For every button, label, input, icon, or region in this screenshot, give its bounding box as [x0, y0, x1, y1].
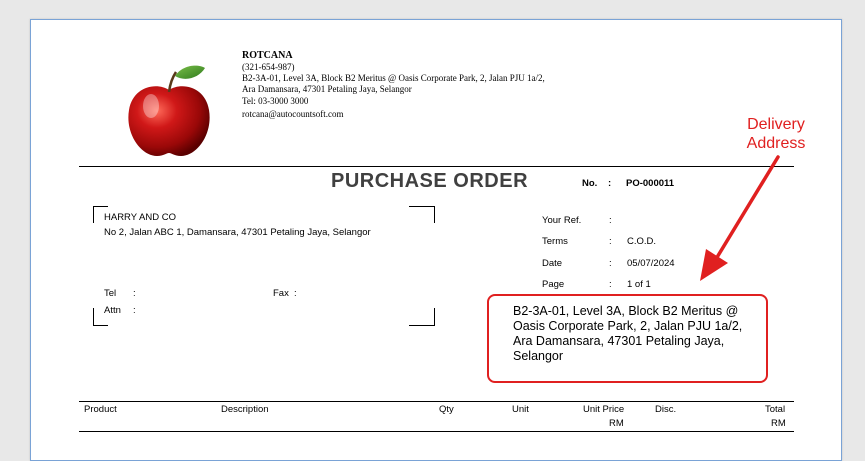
- po-number-colon: :: [608, 178, 612, 189]
- info-page-label: Page: [542, 279, 565, 290]
- supplier-tel-colon: :: [133, 288, 136, 299]
- col-qty-header: Qty: [439, 404, 454, 415]
- annotation-line-2: Address: [746, 135, 806, 152]
- col-unit-header: Unit: [512, 404, 529, 415]
- col-total-header: Total: [765, 404, 786, 415]
- company-tel: Tel: 03-3000 3000: [242, 96, 309, 106]
- col-disc-header: Disc.: [655, 404, 677, 415]
- col-total-currency: RM: [771, 418, 786, 429]
- info-yourref-colon: :: [609, 215, 612, 226]
- col-unitprice-currency: RM: [609, 418, 624, 429]
- supplier-fax-colon: :: [294, 288, 297, 299]
- supplier-box-corner-tr: [409, 206, 435, 223]
- document-page: ROTCANA (321-654-987) B2-3A-01, Level 3A…: [30, 19, 842, 461]
- company-address-line2: Ara Damansara, 47301 Petaling Jaya, Sela…: [242, 84, 412, 94]
- supplier-attn-label: Attn: [104, 305, 121, 316]
- po-number-value: PO-000011: [626, 178, 675, 189]
- supplier-address: No 2, Jalan ABC 1, Damansara, 47301 Peta…: [104, 227, 371, 238]
- annotation-arrow-icon: [700, 155, 780, 281]
- table-header-bottom-rule: [79, 431, 794, 432]
- supplier-fax-label: Fax: [273, 288, 289, 299]
- supplier-name: HARRY AND CO: [104, 212, 176, 223]
- info-terms-value: C.O.D.: [627, 236, 657, 247]
- col-product-header: Product: [84, 404, 117, 415]
- info-page-colon: :: [609, 279, 612, 290]
- supplier-attn-colon: :: [133, 305, 136, 316]
- info-terms-colon: :: [609, 236, 612, 247]
- apple-logo-icon: [128, 65, 210, 156]
- document-title: PURCHASE ORDER: [331, 170, 529, 192]
- table-header-top-rule: [79, 401, 794, 402]
- info-page-value: 1 of 1: [627, 279, 651, 290]
- company-name: ROTCANA: [242, 50, 293, 61]
- annotation-line-1: Delivery: [747, 116, 805, 133]
- supplier-box-corner-br: [409, 308, 435, 326]
- company-email: rotcana@autocountsoft.com: [242, 109, 344, 119]
- info-date-value: 05/07/2024: [627, 258, 675, 269]
- delivery-address-annotation: Delivery Address: [721, 115, 831, 153]
- company-address-line1: B2-3A-01, Level 3A, Block B2 Meritus @ O…: [242, 73, 545, 83]
- info-date-colon: :: [609, 258, 612, 269]
- info-date-label: Date: [542, 258, 563, 269]
- info-yourref-label: Your Ref.: [542, 215, 582, 226]
- supplier-tel-label: Tel: [104, 288, 117, 299]
- col-unitprice-header: Unit Price: [583, 404, 625, 415]
- info-terms-label: Terms: [542, 236, 568, 247]
- delivery-address-text: B2-3A-01, Level 3A, Block B2 Meritus @ O…: [513, 304, 743, 363]
- company-phone: (321-654-987): [242, 62, 295, 72]
- po-number-label: No.: [582, 178, 598, 189]
- col-description-header: Description: [221, 404, 269, 415]
